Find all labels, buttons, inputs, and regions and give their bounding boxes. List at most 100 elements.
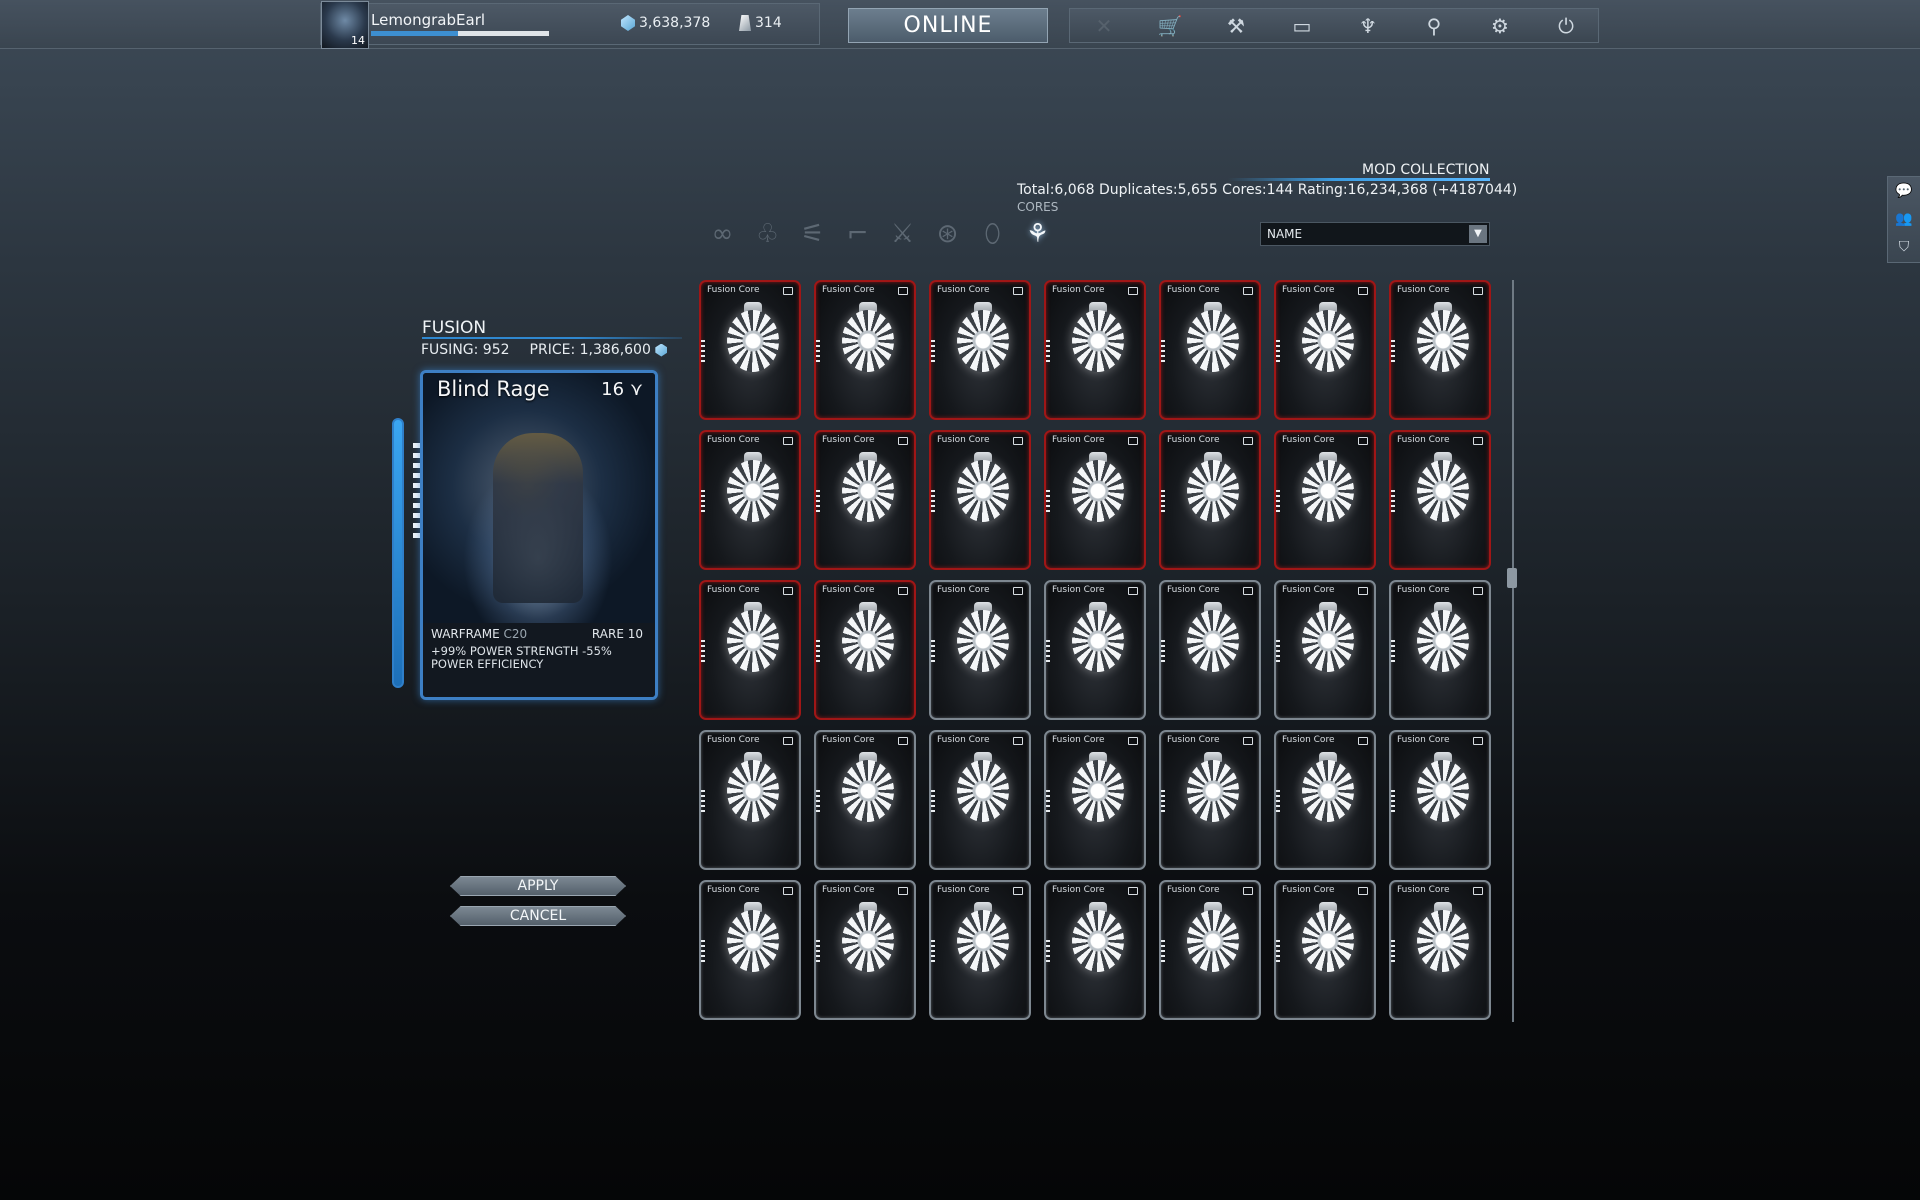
card-title: Fusion Core — [1282, 735, 1335, 745]
card-rank-pips — [1046, 340, 1050, 362]
selected-mod-card[interactable]: Blind Rage 16 ⋎ WARFRAME C20 RARE 10 +99… — [420, 370, 658, 700]
card-rank-pips — [701, 490, 705, 512]
mod-name: Blind Rage — [437, 377, 550, 401]
card-info-icon — [898, 437, 908, 445]
credits-display: 3,638,378 — [621, 15, 710, 31]
category-label: CORES — [1017, 200, 1059, 214]
fusion-core-card[interactable]: Fusion Core — [1159, 580, 1261, 720]
exit-icon[interactable]: ⏻ — [1534, 9, 1598, 42]
close-icon[interactable]: ✕ — [1072, 9, 1136, 42]
fusion-core-card[interactable]: Fusion Core — [1159, 730, 1261, 870]
fusion-core-card[interactable]: Fusion Core — [814, 730, 916, 870]
category-filter: ∞ ♧ ⚟ ⌐ ⚔ ⊛ ⬯ ⚘ — [702, 214, 1058, 254]
card-info-icon — [1473, 437, 1483, 445]
fusion-core-card[interactable]: Fusion Core — [1274, 580, 1376, 720]
clan-icon[interactable]: ⛉ — [1888, 233, 1920, 261]
fusion-core-icon — [1417, 760, 1469, 822]
fusion-core-card[interactable]: Fusion Core — [1044, 430, 1146, 570]
card-rank-pips — [1391, 340, 1395, 362]
top-bar: 14 LemongrabEarl 3,638,378 314 ONLINE ✕ … — [0, 0, 1920, 49]
fusion-core-card[interactable]: Fusion Core — [699, 430, 801, 570]
card-info-icon — [1013, 737, 1023, 745]
sort-dropdown[interactable]: NAME ▼ — [1260, 222, 1490, 246]
fusion-core-card[interactable]: Fusion Core — [1274, 730, 1376, 870]
card-title: Fusion Core — [937, 435, 990, 445]
card-info-icon — [1243, 587, 1253, 595]
fusion-core-card[interactable]: Fusion Core — [1159, 430, 1261, 570]
aura-category-icon[interactable]: ⬯ — [972, 214, 1013, 254]
primary-category-icon[interactable]: ⚟ — [792, 214, 833, 254]
card-title: Fusion Core — [1052, 885, 1105, 895]
fusion-core-card[interactable]: Fusion Core — [1389, 880, 1491, 1020]
grid-scrollbar[interactable] — [1512, 280, 1514, 1022]
card-rank-pips — [816, 340, 820, 362]
fusion-core-card[interactable]: Fusion Core — [699, 280, 801, 420]
foundry-icon[interactable]: ⚒ — [1204, 9, 1268, 42]
chevron-down-icon[interactable]: ▼ — [1469, 225, 1487, 243]
market-icon[interactable]: 🛒 — [1138, 9, 1202, 42]
sentinel-category-icon[interactable]: ⊛ — [927, 214, 968, 254]
fusion-core-card[interactable]: Fusion Core — [1389, 730, 1491, 870]
fusion-core-card[interactable]: Fusion Core — [814, 580, 916, 720]
polarity-icon: ⋎ — [629, 379, 643, 400]
card-title: Fusion Core — [1397, 285, 1450, 295]
card-rank-pips — [816, 940, 820, 962]
cancel-button[interactable]: CANCEL — [450, 906, 626, 926]
fusion-core-card[interactable]: Fusion Core — [814, 430, 916, 570]
friends-icon[interactable]: 👥 — [1888, 205, 1920, 233]
fusion-core-card[interactable]: Fusion Core — [929, 880, 1031, 1020]
fusion-core-card[interactable]: Fusion Core — [1274, 430, 1376, 570]
arsenal-icon[interactable]: ▭ — [1270, 9, 1334, 42]
fusion-core-card[interactable]: Fusion Core — [1274, 880, 1376, 1020]
fusion-core-card[interactable]: Fusion Core — [929, 580, 1031, 720]
fusion-core-icon — [1417, 460, 1469, 522]
fusion-core-icon — [842, 610, 894, 672]
avatar[interactable]: 14 — [321, 1, 369, 49]
fusion-core-card[interactable]: Fusion Core — [814, 880, 916, 1020]
player-name[interactable]: LemongrabEarl — [371, 11, 485, 29]
fusion-core-card[interactable]: Fusion Core — [814, 280, 916, 420]
warframe-category-icon[interactable]: ♧ — [747, 214, 788, 254]
fusion-core-card[interactable]: Fusion Core — [1389, 430, 1491, 570]
fusion-core-card[interactable]: Fusion Core — [699, 730, 801, 870]
secondary-category-icon[interactable]: ⌐ — [837, 214, 878, 254]
settings-icon[interactable]: ⚙ — [1468, 9, 1532, 42]
fusion-core-card[interactable]: Fusion Core — [929, 730, 1031, 870]
fusion-core-icon — [842, 760, 894, 822]
card-title: Fusion Core — [822, 735, 875, 745]
mod-grid: Fusion Core Fusion Core Fusion Core Fusion … — [699, 280, 1495, 1021]
fusion-core-card[interactable]: Fusion Core — [699, 880, 801, 1020]
fusion-core-card[interactable]: Fusion Core — [1274, 280, 1376, 420]
fusion-core-card[interactable]: Fusion Core — [929, 430, 1031, 570]
card-info-icon — [1013, 437, 1023, 445]
all-category-icon[interactable]: ∞ — [702, 214, 743, 254]
fusion-core-card[interactable]: Fusion Core — [1044, 880, 1146, 1020]
cores-category-icon[interactable]: ⚘ — [1017, 214, 1058, 254]
fusion-core-card[interactable]: Fusion Core — [1044, 280, 1146, 420]
fusion-core-card[interactable]: Fusion Core — [1389, 580, 1491, 720]
card-title: Fusion Core — [822, 885, 875, 895]
codex-icon[interactable]: ⚲ — [1402, 9, 1466, 42]
fusion-core-icon — [727, 610, 779, 672]
apply-button[interactable]: APPLY — [450, 876, 626, 896]
card-rank-pips — [701, 790, 705, 812]
card-title: Fusion Core — [1397, 735, 1450, 745]
fusion-core-icon — [1072, 610, 1124, 672]
fusion-core-card[interactable]: Fusion Core — [1044, 730, 1146, 870]
online-status-button[interactable]: ONLINE — [848, 8, 1048, 43]
card-title: Fusion Core — [937, 585, 990, 595]
fusion-core-card[interactable]: Fusion Core — [699, 580, 801, 720]
chat-icon[interactable]: 💬 — [1888, 177, 1920, 205]
fusion-core-card[interactable]: Fusion Core — [1044, 580, 1146, 720]
mods-icon[interactable]: ♆ — [1336, 9, 1400, 42]
fusion-core-card[interactable]: Fusion Core — [1159, 280, 1261, 420]
card-title: Fusion Core — [1282, 585, 1335, 595]
fusion-core-card[interactable]: Fusion Core — [929, 280, 1031, 420]
card-rank-pips — [701, 340, 705, 362]
scrollbar-thumb[interactable] — [1507, 568, 1517, 588]
melee-category-icon[interactable]: ⚔ — [882, 214, 923, 254]
fusion-core-icon — [1417, 910, 1469, 972]
fusion-core-card[interactable]: Fusion Core — [1389, 280, 1491, 420]
fusion-core-card[interactable]: Fusion Core — [1159, 880, 1261, 1020]
card-title: Fusion Core — [707, 885, 760, 895]
